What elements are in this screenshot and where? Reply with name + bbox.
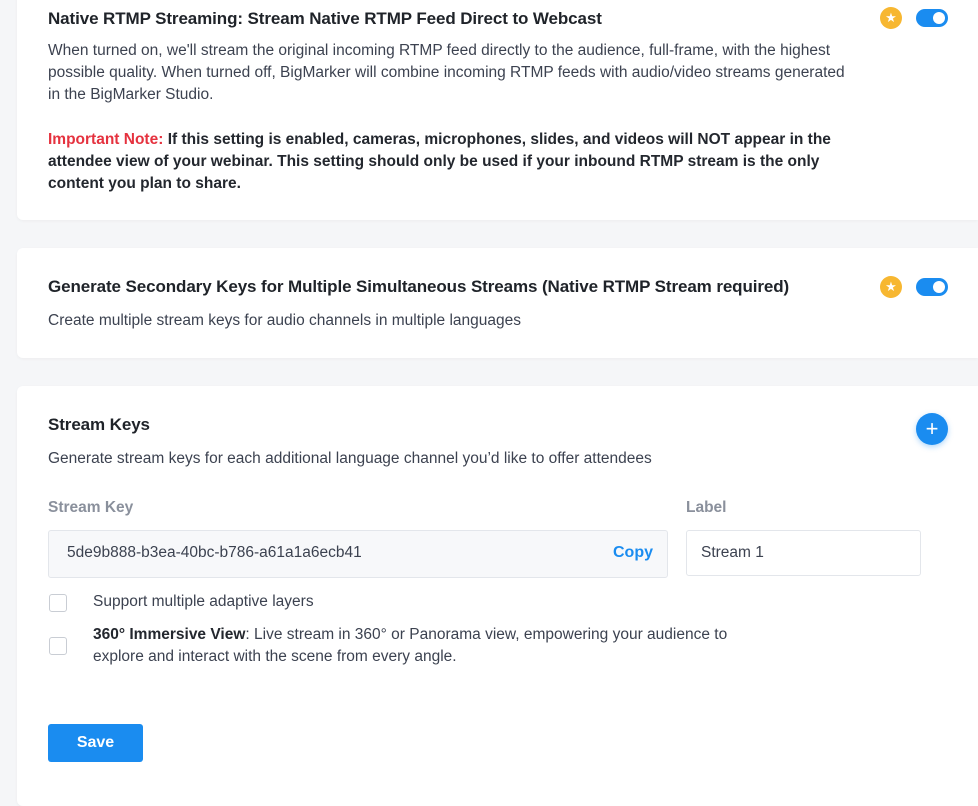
secondary-keys-description: Create multiple stream keys for audio ch… xyxy=(48,312,521,329)
native-rtmp-note: Important Note: If this setting is enabl… xyxy=(48,129,848,195)
adaptive-layers-label: Support multiple adaptive layers xyxy=(93,593,314,610)
stream-key-value: 5de9b888-b3ea-40bc-b786-a61a1a6ecb41 xyxy=(67,544,362,561)
immersive-view-label: 360° Immersive View: Live stream in 360°… xyxy=(93,624,773,668)
stream-keys-title: Stream Keys xyxy=(48,415,150,434)
secondary-keys-title: Generate Secondary Keys for Multiple Sim… xyxy=(48,277,790,296)
stream-keys-description: Generate stream keys for each additional… xyxy=(48,450,652,467)
star-icon: ★ xyxy=(880,276,902,298)
add-stream-key-button[interactable]: + xyxy=(916,413,948,445)
plus-icon: + xyxy=(925,416,939,441)
label-label: Label xyxy=(686,499,727,516)
important-note-label: Important Note: xyxy=(48,131,164,148)
star-icon: ★ xyxy=(880,7,902,29)
native-rtmp-description: When turned on, we'll stream the origina… xyxy=(48,42,845,103)
native-rtmp-toggle[interactable] xyxy=(916,9,948,27)
native-rtmp-card: Native RTMP Streaming: Stream Native RTM… xyxy=(17,0,978,220)
immersive-view-title: 360° Immersive View xyxy=(93,626,246,643)
copy-button[interactable]: Copy xyxy=(613,544,653,562)
save-button[interactable]: Save xyxy=(48,724,143,762)
adaptive-layers-checkbox[interactable] xyxy=(49,594,67,612)
toggle-knob xyxy=(933,12,945,24)
toggle-knob xyxy=(933,281,945,293)
label-input[interactable] xyxy=(686,530,921,576)
secondary-keys-card: Generate Secondary Keys for Multiple Sim… xyxy=(17,248,978,358)
stream-keys-card: Stream Keys Generate stream keys for eac… xyxy=(17,386,978,806)
stream-key-label: Stream Key xyxy=(48,499,134,516)
secondary-keys-toggle[interactable] xyxy=(916,278,948,296)
important-note-text: If this setting is enabled, cameras, mic… xyxy=(48,131,831,192)
native-rtmp-title: Native RTMP Streaming: Stream Native RTM… xyxy=(48,9,602,28)
immersive-view-checkbox[interactable] xyxy=(49,637,67,655)
stream-key-field: 5de9b888-b3ea-40bc-b786-a61a1a6ecb41 Cop… xyxy=(48,530,668,578)
